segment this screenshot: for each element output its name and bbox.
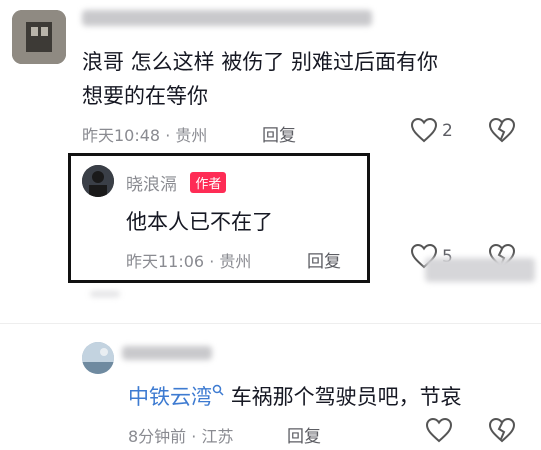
search-topic-icon: [212, 384, 224, 396]
reply-button[interactable]: 回复: [307, 247, 341, 272]
dislike-button[interactable]: [488, 417, 516, 447]
highlight-frame: 晓浪滆 作者 他本人已不在了 昨天11:06 · 贵州 回复: [68, 153, 370, 283]
author-name-text[interactable]: 晓浪滆: [126, 175, 177, 195]
username-blurred: [122, 346, 212, 360]
heart-outline-icon: [425, 417, 453, 443]
avatar-image: [12, 10, 66, 64]
author-badge: 作者: [190, 172, 227, 193]
watermark-blurred: [425, 258, 535, 282]
reply-button[interactable]: 回复: [262, 121, 296, 146]
divider: [0, 323, 541, 324]
comment-body: 车祸那个驾驶员吧，节哀: [230, 385, 462, 409]
comment-text: 中铁云湾 车祸那个驾驶员吧，节哀: [128, 381, 462, 411]
avatar[interactable]: [82, 342, 114, 374]
avatar[interactable]: [12, 10, 66, 64]
heart-outline-icon: [410, 117, 438, 143]
comment-text-line1: 浪哥 怎么这样 被伤了 别难过后面有你: [82, 50, 439, 74]
broken-heart-icon: [488, 417, 516, 443]
like-button[interactable]: [410, 117, 438, 147]
comment-text-line2: 想要的在等你: [82, 84, 208, 108]
broken-heart-icon: [488, 117, 516, 143]
avatar-image: [82, 342, 114, 374]
topic-link[interactable]: 中铁云湾: [128, 384, 231, 409]
reply-button[interactable]: 回复: [287, 422, 321, 447]
dislike-button[interactable]: [488, 117, 516, 147]
like-button[interactable]: [425, 417, 453, 447]
avatar-image: [82, 165, 114, 197]
author-avatar[interactable]: [82, 165, 114, 197]
reply-time: 昨天11:06 · 贵州: [126, 252, 252, 271]
comment-time: 昨天10:48 · 贵州: [82, 126, 208, 145]
like-count: 2: [442, 121, 453, 141]
reply-text: 他本人已不在了: [126, 210, 273, 234]
comment-time: 8分钟前 · 江苏: [128, 427, 234, 446]
blurred-line: [90, 291, 120, 297]
author-name: 晓浪滆 作者: [126, 170, 227, 195]
username-blurred: [82, 10, 372, 26]
topic-link-text: 中铁云湾: [128, 385, 212, 409]
